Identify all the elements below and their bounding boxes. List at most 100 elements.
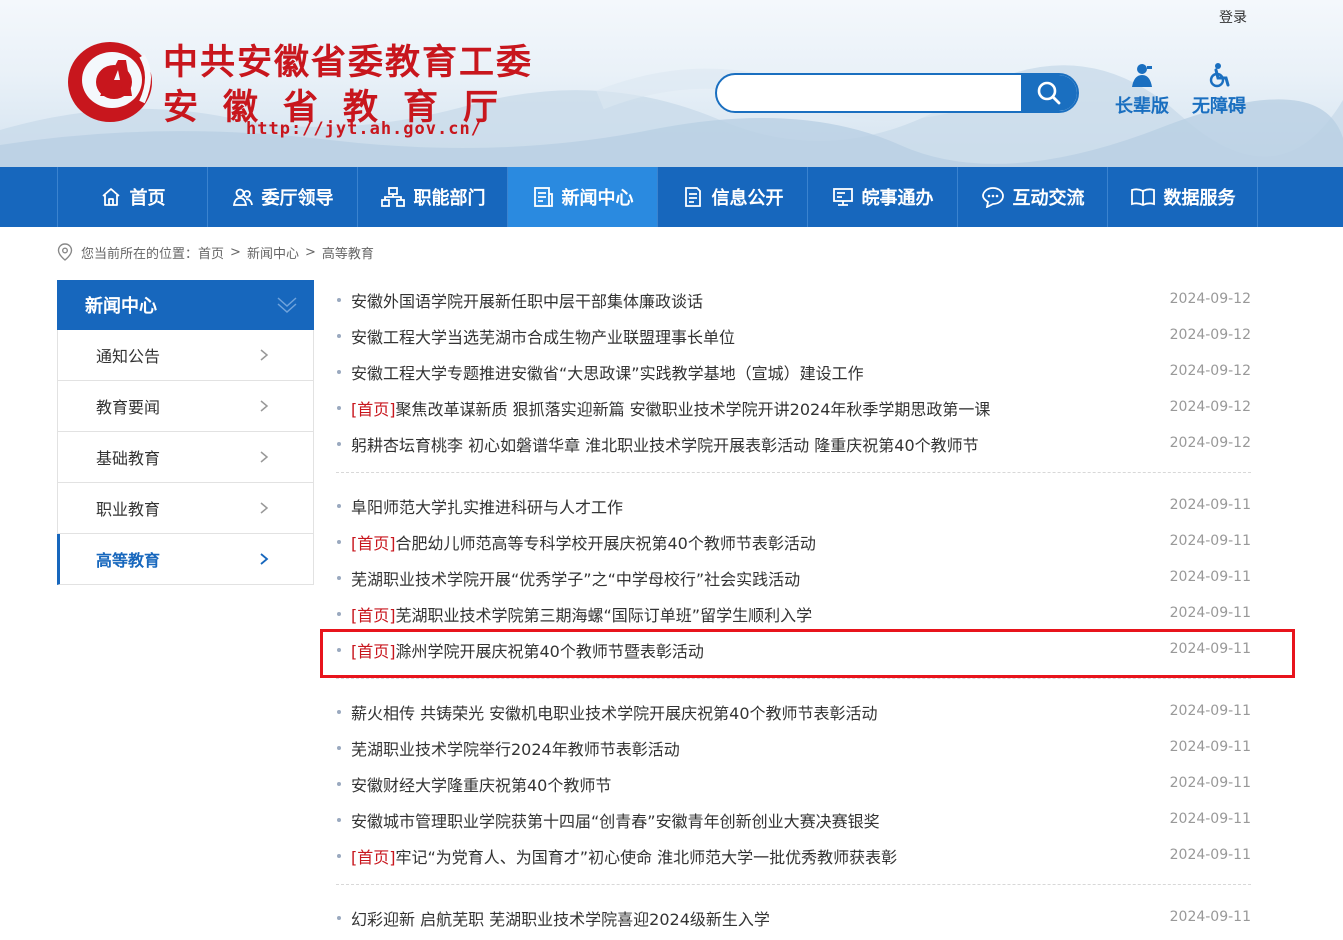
news-item[interactable]: [首页]芜湖职业技术学院第三期海螺“国际订单班”留学生顺利入学 2024-09-1…: [336, 596, 1251, 632]
news-date: 2024-09-11: [1169, 533, 1251, 549]
accessibility-button[interactable]: 无障碍: [1189, 62, 1249, 118]
news-title[interactable]: 幻彩迎新 启航芜职 芜湖职业技术学院喜迎2024级新生入学: [351, 906, 770, 930]
news-title[interactable]: 安徽外国语学院开展新任职中层干部集体廉政谈话: [351, 288, 703, 312]
news-title[interactable]: 芜湖职业技术学院举行2024年教师节表彰活动: [351, 736, 680, 760]
nav-label: 首页: [129, 188, 166, 209]
news-item[interactable]: 安徽外国语学院开展新任职中层干部集体廉政谈话 2024-09-12: [336, 282, 1251, 318]
breadcrumb-higher-education[interactable]: 高等教育: [322, 243, 374, 262]
login-link[interactable]: 登录: [1219, 7, 1247, 27]
bullet: [337, 648, 341, 652]
site-header: 登录 中共安徽省委教育工委 安徽省教育厅 http://jyt.ah.gov.c…: [0, 0, 1343, 167]
news-title[interactable]: [首页]聚焦改革谋新质 狠抓落实迎新篇 安徽职业技术学院开讲2024年秋季学期思…: [351, 396, 990, 420]
bullet: [337, 406, 341, 410]
news-item[interactable]: 薪火相传 共铸荣光 安徽机电职业技术学院开展庆祝第40个教师节表彰活动 2024-…: [336, 694, 1251, 730]
news-title[interactable]: 安徽财经大学隆重庆祝第40个教师节: [351, 772, 611, 796]
news-title[interactable]: [首页]芜湖职业技术学院第三期海螺“国际订单班”留学生顺利入学: [351, 602, 812, 626]
news-title[interactable]: 阜阳师范大学扎实推进科研与人才工作: [351, 494, 623, 518]
news-item[interactable]: 阜阳师范大学扎实推进科研与人才工作 2024-09-11: [336, 488, 1251, 524]
sidebar-item-education-news[interactable]: 教育要闻: [57, 381, 314, 432]
sidebar-item-notices[interactable]: 通知公告: [57, 330, 314, 381]
news-title[interactable]: 芜湖职业技术学院开展“优秀学子”之“中学母校行”社会实践活动: [351, 566, 800, 590]
news-title-text: 聚焦改革谋新质 狠抓落实迎新篇 安徽职业技术学院开讲2024年秋季学期思政第一课: [395, 400, 991, 419]
news-tag: [首页]: [351, 848, 396, 867]
news-title[interactable]: 安徽城市管理职业学院获第十四届“创青春”安徽青年创新创业大赛决赛银奖: [351, 808, 880, 832]
nav-label: 委厅领导: [261, 188, 334, 209]
news-title[interactable]: 安徽工程大学专题推进安徽省“大思政课”实践教学基地（宣城）建设工作: [351, 360, 864, 384]
nav-item-leaders[interactable]: 委厅领导: [208, 167, 358, 227]
home-icon: [101, 188, 120, 206]
accessibility-label: 无障碍: [1192, 96, 1246, 117]
nav-label: 数据服务: [1163, 188, 1236, 209]
nav-item-departments[interactable]: 职能部门: [358, 167, 508, 227]
news-item[interactable]: [首页]滁州学院开展庆祝第40个教师节暨表彰活动 2024-09-11: [336, 632, 1251, 668]
news-item[interactable]: 安徽财经大学隆重庆祝第40个教师节 2024-09-11: [336, 766, 1251, 802]
news-title[interactable]: 躬耕杏坛育桃李 初心如磐谱华章 淮北职业技术学院开展表彰活动 隆重庆祝第40个教…: [351, 432, 979, 456]
news-item[interactable]: [首页]牢记“为党育人、为国育才”初心使命 淮北师范大学一批优秀教师获表彰 202…: [336, 838, 1251, 874]
news-title[interactable]: [首页]合肥幼儿师范高等专科学校开展庆祝第40个教师节表彰活动: [351, 530, 816, 554]
sidebar-item-higher-education[interactable]: 高等教育: [57, 534, 314, 585]
leaders-icon: [232, 188, 253, 206]
nav-item-news[interactable]: 新闻中心: [508, 167, 658, 227]
book-icon: [1130, 188, 1155, 207]
bullet: [337, 504, 341, 508]
sidebar-item-label: 教育要闻: [96, 398, 161, 417]
news-date: 2024-09-11: [1169, 605, 1251, 621]
nav-item-home[interactable]: 首页: [58, 167, 208, 227]
search-box: [715, 73, 1079, 113]
chevron-right-icon: [260, 349, 269, 361]
search-icon: [1037, 81, 1061, 105]
news-date: 2024-09-12: [1169, 327, 1251, 343]
news-date: 2024-09-11: [1169, 775, 1251, 791]
news-title-text: 幻彩迎新 启航芜职 芜湖职业技术学院喜迎2024级新生入学: [351, 910, 770, 929]
news-item[interactable]: 躬耕杏坛育桃李 初心如磐谱华章 淮北职业技术学院开展表彰活动 隆重庆祝第40个教…: [336, 426, 1251, 462]
news-item[interactable]: 安徽工程大学当选芜湖市合成生物产业联盟理事长单位 2024-09-12: [336, 318, 1251, 354]
elder-mode-button[interactable]: 长辈版: [1112, 62, 1172, 118]
chevron-right-icon: [260, 553, 269, 565]
news-title[interactable]: [首页]滁州学院开展庆祝第40个教师节暨表彰活动: [351, 638, 704, 662]
sidebar-title-label: 新闻中心: [85, 296, 157, 317]
news-item[interactable]: 芜湖职业技术学院开展“优秀学子”之“中学母校行”社会实践活动 2024-09-11: [336, 560, 1251, 596]
nav-item-info-disclosure[interactable]: 信息公开: [658, 167, 808, 227]
breadcrumb: 您当前所在的位置： 首页 > 新闻中心 > 高等教育: [57, 242, 374, 262]
news-date: 2024-09-11: [1169, 569, 1251, 585]
nav-item-interaction[interactable]: 互动交流: [958, 167, 1108, 227]
news-title-text: 安徽外国语学院开展新任职中层干部集体廉政谈话: [351, 292, 704, 311]
sidebar-item-label: 高等教育: [96, 551, 161, 570]
document-icon: [684, 187, 701, 207]
news-item[interactable]: [首页]聚焦改革谋新质 狠抓落实迎新篇 安徽职业技术学院开讲2024年秋季学期思…: [336, 390, 1251, 426]
nav-item-services[interactable]: 皖事通办: [808, 167, 958, 227]
news-title-text: 阜阳师范大学扎实推进科研与人才工作: [351, 498, 624, 517]
news-date: 2024-09-11: [1169, 497, 1251, 513]
news-tag: [首页]: [351, 606, 396, 625]
news-title[interactable]: 安徽工程大学当选芜湖市合成生物产业联盟理事长单位: [351, 324, 735, 348]
breadcrumb-home[interactable]: 首页: [198, 243, 224, 262]
sidebar-item-basic-education[interactable]: 基础教育: [57, 432, 314, 483]
news-item[interactable]: 芜湖职业技术学院举行2024年教师节表彰活动 2024-09-11: [336, 730, 1251, 766]
nav-item-data-services[interactable]: 数据服务: [1108, 167, 1258, 227]
bullet: [337, 540, 341, 544]
nav-label: 信息公开: [711, 188, 784, 209]
sidebar-item-vocational-education[interactable]: 职业教育: [57, 483, 314, 534]
search-button[interactable]: [1021, 75, 1077, 111]
chevron-right-icon: [260, 400, 269, 412]
news-group: 阜阳师范大学扎实推进科研与人才工作 2024-09-11 [首页]合肥幼儿师范高等…: [336, 473, 1251, 679]
news-group: 安徽外国语学院开展新任职中层干部集体廉政谈话 2024-09-12 安徽工程大学当…: [336, 282, 1251, 473]
news-title[interactable]: [首页]牢记“为党育人、为国育才”初心使命 淮北师范大学一批优秀教师获表彰: [351, 844, 897, 868]
news-date: 2024-09-11: [1169, 641, 1251, 657]
news-item[interactable]: 幻彩迎新 启航芜职 芜湖职业技术学院喜迎2024级新生入学 2024-09-11: [336, 900, 1251, 936]
search-input[interactable]: [717, 75, 1023, 111]
breadcrumb-news-center[interactable]: 新闻中心: [247, 243, 299, 262]
logo-title-line1: 中共安徽省委教育工委: [163, 42, 534, 83]
news-item[interactable]: 安徽工程大学专题推进安徽省“大思政课”实践教学基地（宣城）建设工作 2024-09…: [336, 354, 1251, 390]
news-icon: [533, 187, 553, 207]
news-title[interactable]: 薪火相传 共铸荣光 安徽机电职业技术学院开展庆祝第40个教师节表彰活动: [351, 700, 878, 724]
news-item[interactable]: [首页]合肥幼儿师范高等专科学校开展庆祝第40个教师节表彰活动 2024-09-1…: [336, 524, 1251, 560]
bullet: [337, 442, 341, 446]
bullet: [337, 298, 341, 302]
news-group: 幻彩迎新 启航芜职 芜湖职业技术学院喜迎2024级新生入学 2024-09-11: [336, 885, 1251, 936]
nav-label: 新闻中心: [561, 188, 634, 209]
news-title-text: 合肥幼儿师范高等专科学校开展庆祝第40个教师节表彰活动: [395, 534, 816, 553]
news-item[interactable]: 安徽城市管理职业学院获第十四届“创青春”安徽青年创新创业大赛决赛银奖 2024-0…: [336, 802, 1251, 838]
monitor-icon: [832, 188, 853, 206]
news-date: 2024-09-12: [1169, 435, 1251, 451]
